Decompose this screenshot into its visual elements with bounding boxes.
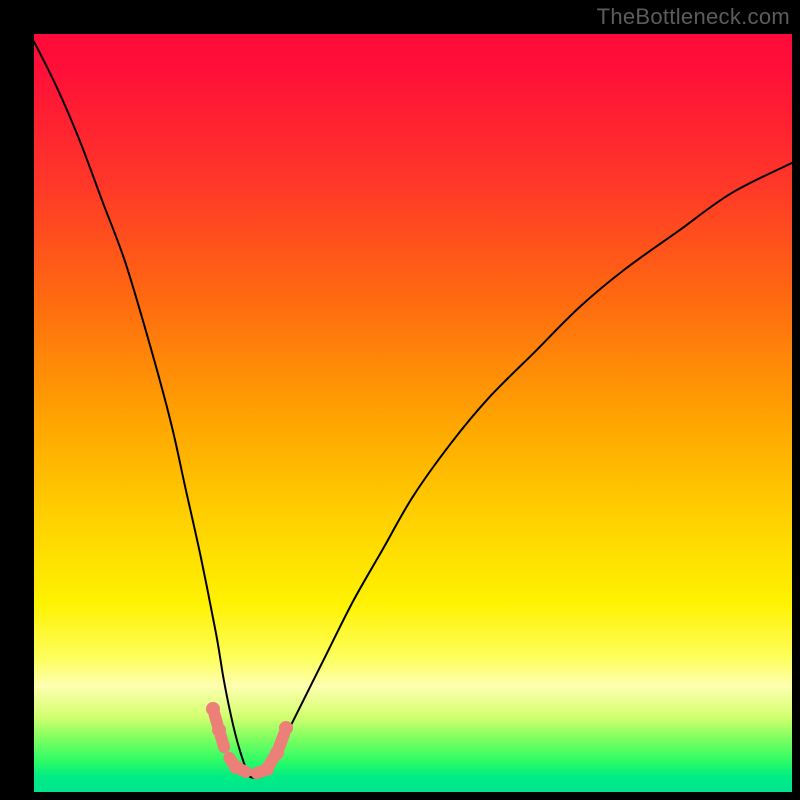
- highlight-dot: [279, 721, 293, 735]
- highlight-dot: [212, 723, 226, 737]
- highlight-dot: [229, 760, 243, 774]
- highlight-dot: [260, 762, 274, 776]
- chart-frame: TheBottleneck.com: [0, 0, 800, 800]
- plot-area: [34, 34, 792, 792]
- highlight-dot: [206, 702, 220, 716]
- highlight-dot: [270, 746, 284, 760]
- watermark-text: TheBottleneck.com: [597, 4, 790, 30]
- bottleneck-curve: [34, 34, 792, 792]
